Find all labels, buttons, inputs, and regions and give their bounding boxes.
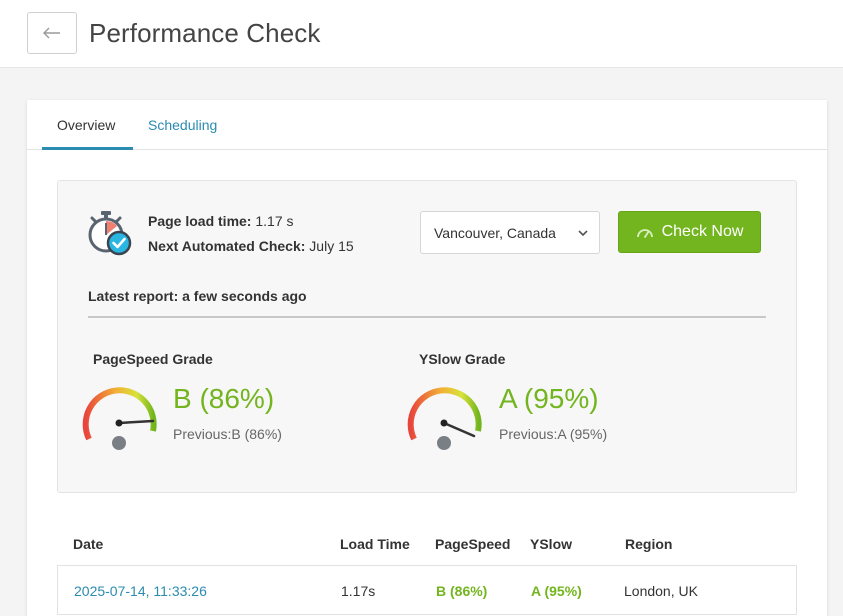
- region-select[interactable]: Vancouver, Canada: [420, 211, 600, 254]
- tab-scheduling[interactable]: Scheduling: [148, 117, 217, 133]
- speedometer-icon: [636, 229, 653, 238]
- pagespeed-previous: Previous:B (86%): [173, 426, 282, 442]
- pagespeed-grade-title: PageSpeed Grade: [93, 351, 213, 367]
- column-header-load-time: Load Time: [340, 536, 410, 552]
- column-header-region: Region: [625, 536, 673, 552]
- page-load-time: Page load time: 1.17 s: [148, 213, 294, 229]
- chevron-down-icon: [578, 230, 588, 237]
- column-header-date: Date: [73, 536, 104, 552]
- yslow-gauge-icon: [407, 387, 482, 450]
- back-button[interactable]: [27, 12, 77, 54]
- check-now-label: Check Now: [661, 223, 744, 240]
- row-pagespeed: B (86%): [436, 583, 488, 599]
- summary-panel: Page load time: 1.17 s Next Automated Ch…: [57, 180, 797, 493]
- row-yslow: A (95%): [531, 583, 582, 599]
- latest-report: Latest report: a few seconds ago: [88, 288, 307, 304]
- stopwatch-icon: [88, 211, 132, 256]
- pagespeed-grade-value: B (86%): [173, 383, 275, 414]
- tab-bar: Overview Scheduling: [27, 100, 827, 150]
- yslow-grade-title: YSlow Grade: [419, 351, 506, 367]
- table-row: 2025-07-14, 11:33:26 1.17s B (86%) A (95…: [57, 565, 797, 615]
- row-load-time: 1.17s: [341, 583, 376, 599]
- back-arrow-icon: [43, 27, 60, 39]
- top-bar: Performance Check: [0, 0, 843, 68]
- row-date-link[interactable]: 2025-07-14, 11:33:26: [74, 583, 207, 599]
- region-select-value: Vancouver, Canada: [434, 225, 556, 241]
- row-region: London, UK: [624, 583, 698, 599]
- column-header-yslow: YSlow: [530, 536, 573, 552]
- page-title: Performance Check: [89, 18, 321, 48]
- tab-overview[interactable]: Overview: [57, 117, 115, 133]
- check-now-button[interactable]: Check Now: [618, 211, 761, 253]
- divider: [88, 316, 766, 318]
- active-tab-indicator: [42, 147, 133, 150]
- content-card: Overview Scheduling Page load time: 1.17…: [27, 100, 827, 616]
- column-header-pagespeed: PageSpeed: [435, 536, 511, 552]
- yslow-grade-value: A (95%): [499, 383, 599, 414]
- next-automated-check: Next Automated Check: July 15: [148, 238, 354, 254]
- yslow-previous: Previous:A (95%): [499, 426, 608, 442]
- pagespeed-gauge-icon: [82, 387, 157, 450]
